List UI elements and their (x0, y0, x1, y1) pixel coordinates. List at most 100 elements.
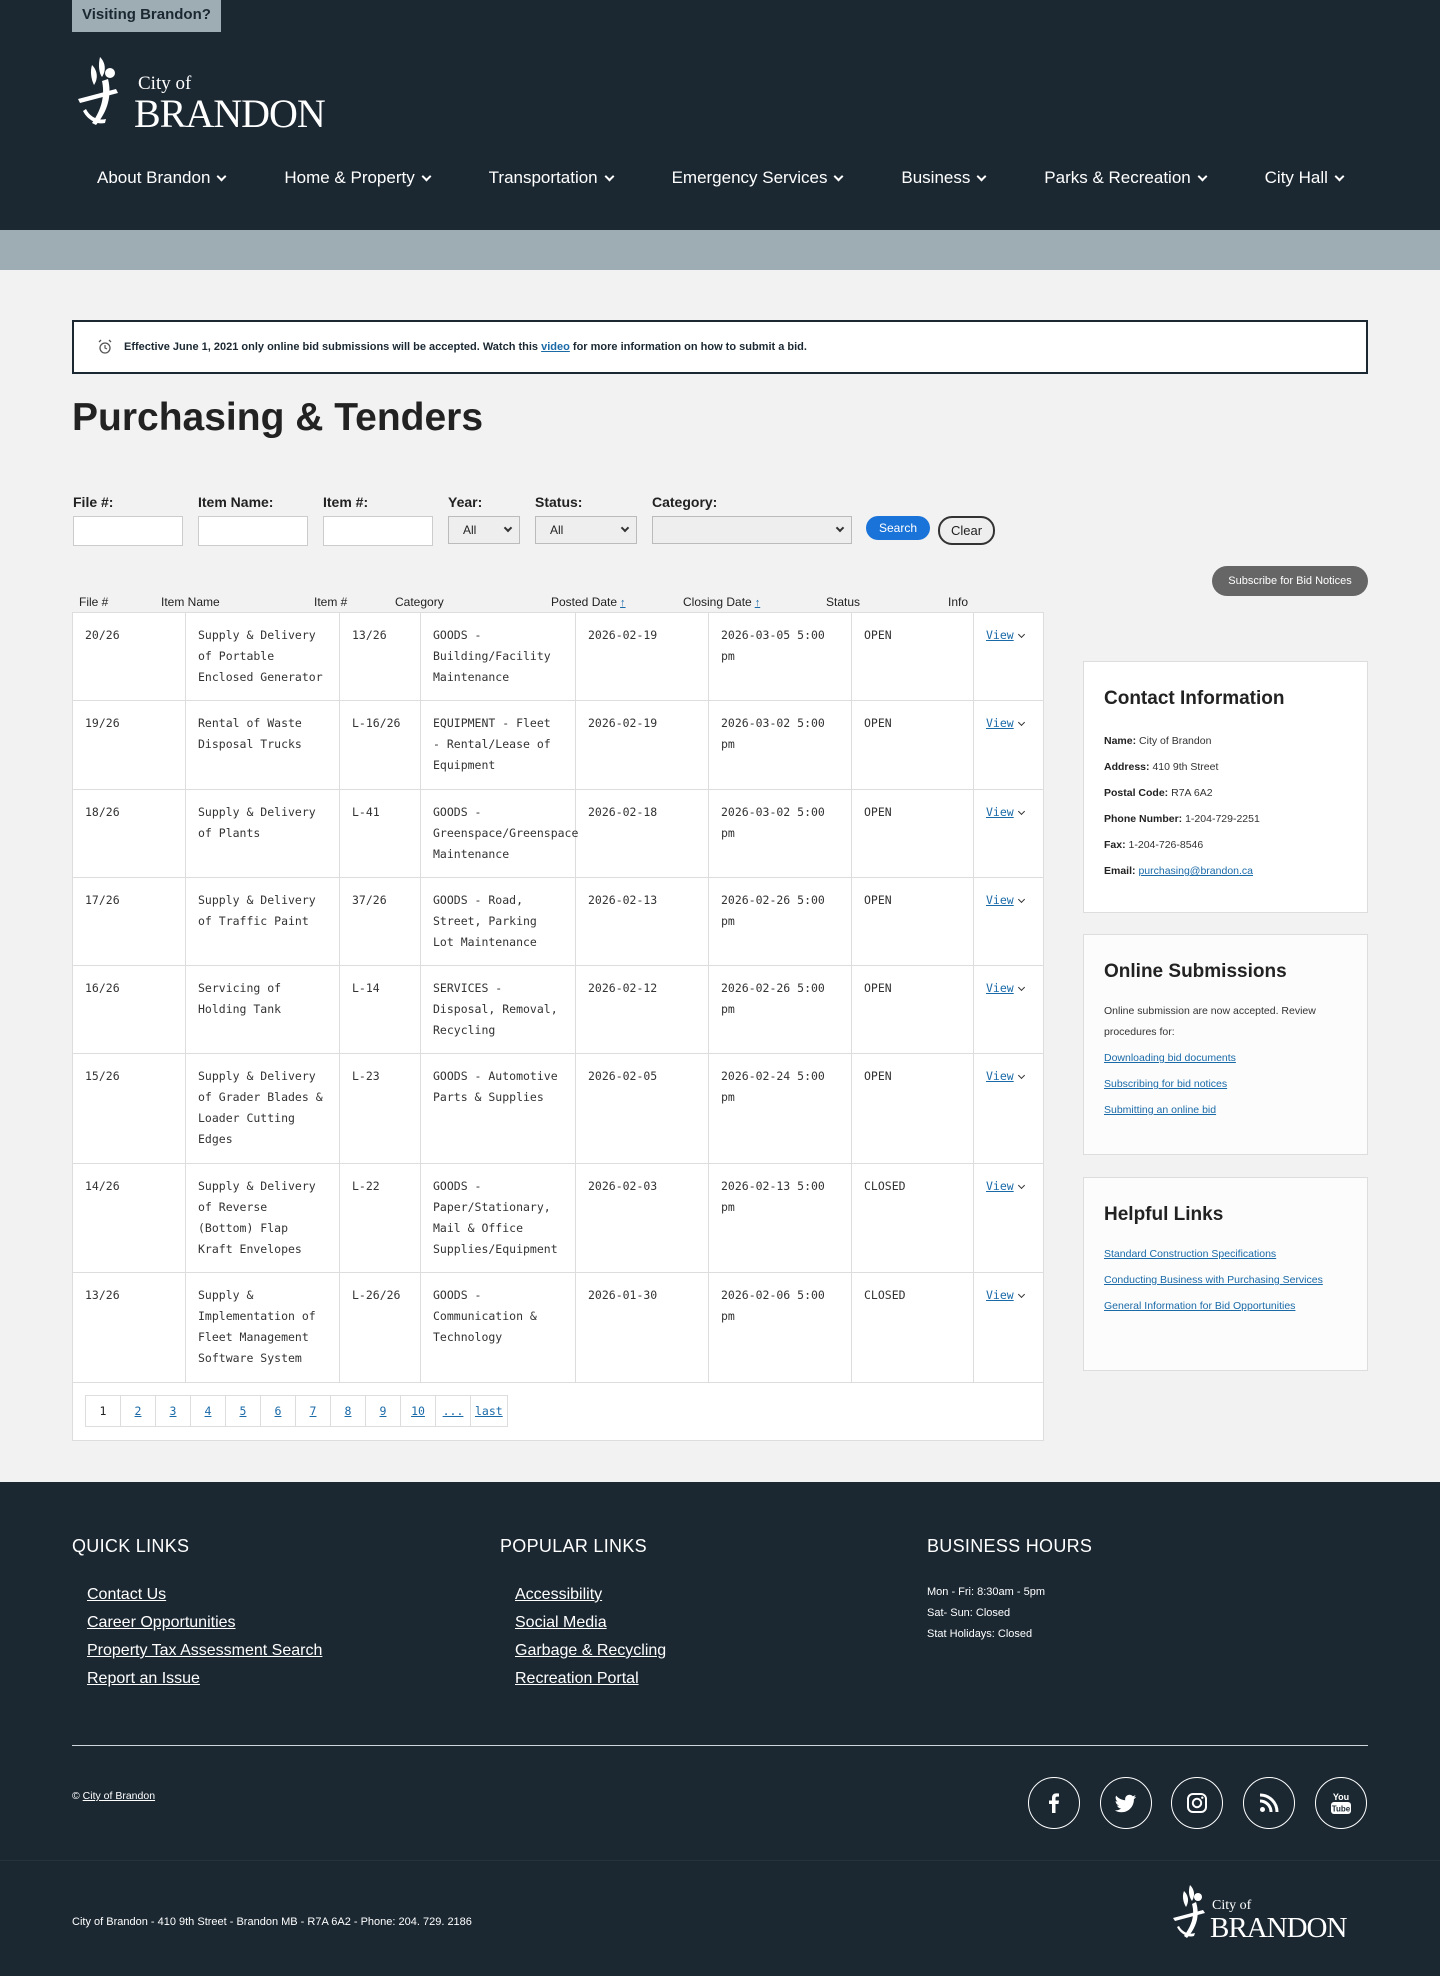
cell-posted: 2026-02-03 (576, 1164, 709, 1272)
instagram-icon[interactable] (1171, 1777, 1223, 1829)
col-header-closing-date[interactable]: Closing Date ↑ (683, 595, 760, 609)
general-information-link[interactable]: General Information for Bid Opportunitie… (1104, 1296, 1347, 1317)
copyright-link[interactable]: City of Brandon (83, 1790, 155, 1802)
rss-icon[interactable] (1243, 1777, 1295, 1829)
footer-logo[interactable]: City of BRANDON (1168, 1883, 1368, 1944)
page-4[interactable]: 4 (191, 1396, 226, 1426)
view-link[interactable]: View (986, 625, 1025, 646)
cell-info: View (974, 1273, 1043, 1382)
cell-file: 14/26 (73, 1164, 186, 1272)
cell-item-number: 13/26 (340, 613, 421, 700)
chevron-down-icon (421, 171, 432, 181)
file-number-input[interactable] (73, 516, 183, 546)
chevron-down-icon (216, 171, 227, 181)
cell-status: OPEN (852, 613, 974, 700)
cell-closing: 2026-02-13 5:00 pm (709, 1164, 852, 1272)
page-6[interactable]: 6 (261, 1396, 296, 1426)
nav-parks-recreation[interactable]: Parks & Recreation (1044, 168, 1208, 188)
notice-text: Effective June 1, 2021 only online bid s… (124, 341, 539, 353)
facebook-icon[interactable] (1028, 1777, 1080, 1829)
sort-arrow-icon[interactable]: ↑ (755, 597, 761, 609)
view-link[interactable]: View (986, 978, 1025, 999)
alarm-clock-icon (96, 338, 114, 356)
page-1[interactable]: 1 (86, 1396, 121, 1426)
cell-category: GOODS - Greenspace/Greenspace Maintenanc… (421, 790, 578, 877)
cell-status: OPEN (852, 878, 974, 965)
item-number-input[interactable] (323, 516, 433, 546)
visiting-brandon-button[interactable]: Visiting Brandon? (72, 0, 221, 32)
view-link[interactable]: View (986, 890, 1025, 911)
footer-link-garbage[interactable]: Garbage & Recycling (515, 1642, 666, 1660)
conducting-business-link[interactable]: Conducting Business with Purchasing Serv… (1104, 1270, 1347, 1291)
quick-links-heading: QUICK LINKS (72, 1536, 190, 1556)
cell-posted: 2026-02-19 (576, 701, 709, 789)
submitting-online-bid-link[interactable]: Submitting an online bid (1104, 1100, 1347, 1121)
cell-category: GOODS - Road, Street, Parking Lot Mainte… (421, 878, 576, 965)
footer-link-report-issue[interactable]: Report an Issue (87, 1670, 200, 1688)
view-link[interactable]: View (986, 713, 1025, 734)
chevron-down-icon (1017, 983, 1025, 991)
col-header-item-name: Item Name (161, 595, 220, 609)
page-2[interactable]: 2 (121, 1396, 156, 1426)
notice-video-link[interactable]: video (541, 341, 570, 353)
online-submissions-title: Online Submissions (1104, 961, 1287, 982)
cell-info: View (974, 878, 1043, 965)
year-select[interactable]: All (448, 516, 520, 544)
nav-home-property[interactable]: Home & Property (284, 168, 432, 188)
page-last[interactable]: last (471, 1396, 507, 1426)
cell-closing: 2026-03-05 5:00 pm (709, 613, 852, 700)
page-10[interactable]: 10 (401, 1396, 436, 1426)
item-name-input[interactable] (198, 516, 308, 546)
site-header: Visiting Brandon? City of BRANDON About … (0, 0, 1440, 230)
clear-button[interactable]: Clear (938, 516, 995, 545)
city-logo[interactable]: City of BRANDON (72, 55, 352, 135)
logo-small-text: City of (1212, 1898, 1252, 1913)
downloading-bid-documents-link[interactable]: Downloading bid documents (1104, 1048, 1347, 1069)
cell-item-name: Supply & Delivery of Reverse (Bottom) Fl… (186, 1164, 340, 1272)
page-5[interactable]: 5 (226, 1396, 261, 1426)
view-link[interactable]: View (986, 1066, 1025, 1087)
cell-category: SERVICES - Disposal, Removal, Recycling (421, 966, 576, 1053)
standard-construction-link[interactable]: Standard Construction Specifications (1104, 1244, 1347, 1265)
footer-link-property-tax[interactable]: Property Tax Assessment Search (87, 1642, 322, 1660)
footer-link-social-media[interactable]: Social Media (515, 1614, 607, 1632)
page-ellipsis[interactable]: ... (436, 1396, 471, 1426)
email-link[interactable]: purchasing@brandon.ca (1138, 865, 1253, 877)
col-header-posted-date[interactable]: Posted Date ↑ (551, 595, 626, 609)
footer-link-career[interactable]: Career Opportunities (87, 1614, 236, 1632)
cell-item-name: Supply & Delivery of Grader Blades & Loa… (186, 1054, 340, 1163)
nav-emergency-services[interactable]: Emergency Services (672, 168, 844, 188)
view-link[interactable]: View (986, 802, 1025, 823)
category-select[interactable] (652, 516, 852, 544)
search-button[interactable]: Search (866, 516, 930, 540)
footer-link-recreation-portal[interactable]: Recreation Portal (515, 1670, 639, 1688)
cell-posted: 2026-01-30 (576, 1273, 709, 1382)
footer-link-contact-us[interactable]: Contact Us (87, 1586, 166, 1604)
col-header-status: Status (826, 595, 861, 609)
col-header-item-number: Item # (314, 595, 348, 609)
nav-business[interactable]: Business (901, 168, 987, 188)
contact-card: Contact Information Name: City of Brando… (1083, 661, 1368, 913)
nav-transportation[interactable]: Transportation (489, 168, 615, 188)
subscribe-bid-notices-button[interactable]: Subscribe for Bid Notices (1212, 566, 1368, 596)
youtube-icon[interactable]: You Tube (1315, 1777, 1367, 1829)
view-link[interactable]: View (986, 1285, 1025, 1306)
subscribing-bid-notices-link[interactable]: Subscribing for bid notices (1104, 1074, 1347, 1095)
twitter-icon[interactable] (1100, 1777, 1152, 1829)
sort-arrow-icon[interactable]: ↑ (620, 597, 626, 609)
page-7[interactable]: 7 (296, 1396, 331, 1426)
svg-text:You: You (1333, 1792, 1349, 1802)
footer-divider (72, 1745, 1368, 1746)
status-select[interactable]: All (535, 516, 637, 544)
pagination: 1 2 3 4 5 6 7 8 9 10 ... last (85, 1395, 508, 1427)
page-8[interactable]: 8 (331, 1396, 366, 1426)
table-row: 15/26 Supply & Delivery of Grader Blades… (73, 1054, 1043, 1164)
nav-city-hall[interactable]: City Hall (1265, 168, 1345, 188)
contact-postal-code: Postal Code: R7A 6A2 (1104, 787, 1213, 799)
page-9[interactable]: 9 (366, 1396, 401, 1426)
footer-link-accessibility[interactable]: Accessibility (515, 1586, 602, 1604)
col-header-file: File # (79, 595, 109, 609)
page-3[interactable]: 3 (156, 1396, 191, 1426)
view-link[interactable]: View (986, 1176, 1025, 1197)
nav-about-brandon[interactable]: About Brandon (97, 168, 227, 188)
